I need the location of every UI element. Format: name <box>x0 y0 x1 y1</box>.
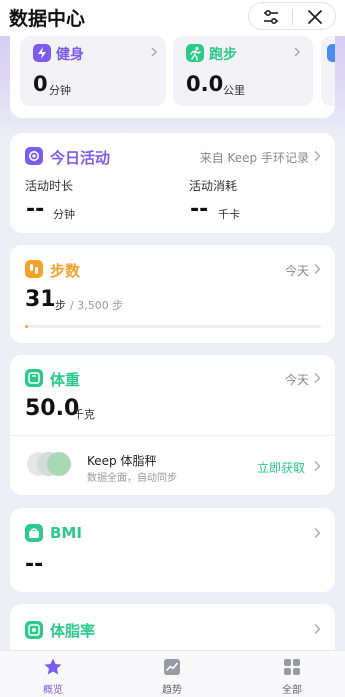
fitness-label: 健身 <box>56 47 84 63</box>
burn-value: -- <box>190 197 209 222</box>
chevron-right-icon <box>151 47 158 57</box>
get-now-button[interactable]: 立即获取 <box>257 459 305 476</box>
running-icon <box>186 44 204 62</box>
bmi-title: BMI <box>50 524 82 542</box>
fitness-unit: 分钟 <box>49 84 71 97</box>
chevron-right-icon <box>314 528 321 538</box>
chevron-right-icon <box>314 373 321 383</box>
grid-icon <box>284 659 300 675</box>
weight-card[interactable]: 体重 今天 50.0 千克 Keep 体脂秤 数据全面，自动同步 立即获取 <box>10 355 335 495</box>
running-card[interactable]: 跑步 0.0 公里 <box>173 36 313 106</box>
weight-date: 今天 <box>284 373 309 387</box>
close-icon[interactable] <box>305 7 325 27</box>
duration-label: 活动时长 <box>25 179 74 193</box>
bmi-icon <box>25 524 43 542</box>
tab-trends[interactable]: 趋势 <box>132 651 212 697</box>
running-unit: 公里 <box>223 84 245 97</box>
steps-value: 31 <box>25 287 56 312</box>
burn-label: 活动消耗 <box>189 179 238 193</box>
burn-unit: 千卡 <box>218 208 240 221</box>
tab-label: 全部 <box>282 685 302 696</box>
bodyfat-icon <box>25 621 43 639</box>
activity-source: 来自 Keep 手环记录 <box>199 151 309 165</box>
app-header: 数据中心 <box>0 0 345 36</box>
tab-all[interactable]: 全部 <box>252 651 332 697</box>
chevron-right-icon <box>314 461 321 471</box>
steps-card[interactable]: 步数 今天 31 步 / 3,500 步 <box>10 245 335 343</box>
weight-unit: 千克 <box>73 408 95 421</box>
chevron-right-icon <box>314 151 321 161</box>
settings-sliders-icon[interactable] <box>261 7 281 27</box>
scale-name: Keep 体脂秤 <box>87 454 157 468</box>
activity-ring-icon <box>25 147 43 165</box>
steps-progress-fill <box>25 325 28 328</box>
bmi-value: -- <box>25 552 44 577</box>
capsule-divider <box>292 9 293 25</box>
page-title: 数据中心 <box>9 8 86 30</box>
tab-label: 趋势 <box>162 685 182 696</box>
weight-value: 50.0 <box>25 396 80 421</box>
fitness-card[interactable]: 健身 0 分钟 <box>20 36 166 106</box>
running-label: 跑步 <box>209 47 237 63</box>
duration-unit: 分钟 <box>53 208 75 221</box>
steps-progress-track <box>25 325 321 328</box>
footprint-icon <box>25 260 43 278</box>
steps-goal: / 3,500 步 <box>70 299 124 312</box>
scale-icon <box>25 369 43 387</box>
duration-value: -- <box>26 197 45 222</box>
scale-desc: 数据全面，自动同步 <box>87 473 177 484</box>
scale-product-image <box>47 452 71 476</box>
tab-overview[interactable]: 概览 <box>13 651 93 697</box>
bodyfat-title: 体脂率 <box>50 622 96 640</box>
miniapp-capsule <box>248 2 336 30</box>
chevron-right-icon <box>294 47 301 57</box>
star-icon <box>44 658 62 675</box>
card-peek-icon <box>327 44 335 62</box>
bottom-tab-bar: 概览 趋势 全部 <box>0 650 345 697</box>
quick-cards: 健身 0 分钟 跑步 0.0 公里 <box>0 30 345 120</box>
quick-cards-panel: 健身 0 分钟 跑步 0.0 公里 <box>10 30 335 118</box>
steps-unit: 步 <box>55 299 66 312</box>
fitness-value: 0 <box>33 72 48 96</box>
chevron-right-icon <box>314 624 321 634</box>
chevron-right-icon <box>314 264 321 274</box>
lightning-icon <box>33 44 51 62</box>
steps-title: 步数 <box>50 262 81 280</box>
tab-label: 概览 <box>43 685 63 696</box>
trend-icon <box>164 659 180 675</box>
running-value: 0.0 <box>186 72 224 96</box>
steps-date: 今天 <box>284 264 309 278</box>
bmi-card[interactable]: BMI -- <box>10 508 335 592</box>
next-card-peek[interactable] <box>321 36 335 106</box>
activity-title: 今日活动 <box>50 149 111 167</box>
weight-title: 体重 <box>50 371 81 389</box>
scale-promo-row[interactable]: Keep 体脂秤 数据全面，自动同步 立即获取 <box>10 436 335 495</box>
activity-card[interactable]: 今日活动 来自 Keep 手环记录 活动时长 -- 分钟 活动消耗 -- 千卡 <box>10 133 335 233</box>
